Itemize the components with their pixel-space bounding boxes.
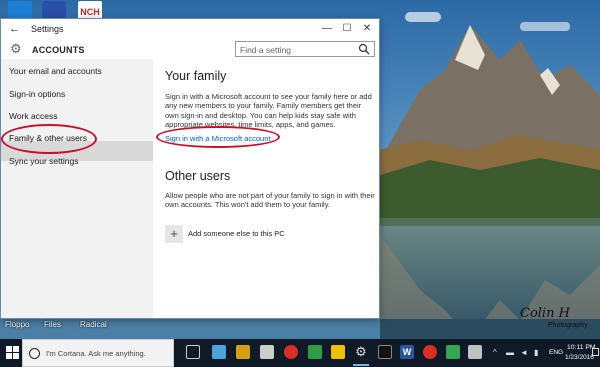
chrome-alt-icon[interactable]	[423, 345, 437, 359]
windows-start-icon[interactable]	[6, 346, 19, 359]
window-title: Settings	[31, 24, 64, 34]
network-icon[interactable]: ▬	[506, 348, 515, 357]
cortana-icon	[29, 348, 40, 359]
other-users-description: Allow people who are not part of your fa…	[165, 191, 375, 210]
family-description: Sign in with a Microsoft account to see …	[165, 92, 372, 129]
tools-icon[interactable]	[468, 345, 482, 359]
search-icon[interactable]	[358, 43, 370, 55]
active-app-indicator	[353, 364, 369, 366]
minimize-button[interactable]: —	[319, 21, 335, 37]
page-title: ACCOUNTS	[32, 45, 85, 55]
cortana-search-box[interactable]: I'm Cortana. Ask me anything.	[22, 339, 174, 367]
sidebar: Your email and accounts Sign-in options …	[1, 59, 153, 318]
file-explorer-icon[interactable]	[236, 345, 250, 359]
annotation-circle-sidebar	[1, 124, 97, 154]
main-content: Your family Sign in with a Microsoft acc…	[153, 59, 379, 318]
desktop-icon-label[interactable]: Floppo	[5, 320, 29, 329]
cortana-placeholder: I'm Cortana. Ask me anything.	[46, 349, 146, 358]
sidebar-item-sign-in-options[interactable]: Sign-in options	[9, 87, 149, 101]
search-box[interactable]	[235, 41, 375, 57]
battery-icon[interactable]: ▮	[534, 348, 543, 357]
desktop-icon-label[interactable]: Radical	[80, 320, 107, 329]
maximize-button[interactable]: ☐	[339, 21, 355, 37]
task-view-icon[interactable]	[186, 345, 200, 359]
volume-icon[interactable]: ◄	[520, 348, 529, 357]
search-input[interactable]	[240, 44, 352, 55]
taskbar: I'm Cortana. Ask me anything. ⚙ W ^ ▬ ◄ …	[0, 339, 600, 367]
gear-icon: ⚙	[10, 41, 22, 56]
close-button[interactable]: ✕	[359, 21, 375, 37]
back-arrow-icon[interactable]: ←	[9, 22, 21, 36]
tray-chevron-up-icon[interactable]: ^	[493, 348, 497, 357]
clock-date[interactable]: 1/23/2016	[565, 354, 594, 361]
drive-icon[interactable]	[308, 345, 322, 359]
chrome-icon[interactable]	[284, 345, 298, 359]
other-users-heading: Other users	[165, 169, 231, 183]
language-indicator[interactable]: ENG	[549, 349, 563, 356]
maps-icon[interactable]	[446, 345, 460, 359]
store-icon[interactable]	[260, 345, 274, 359]
notifications-icon[interactable]	[592, 348, 599, 356]
page-header: ⚙ ACCOUNTS	[1, 39, 379, 59]
title-bar[interactable]: ← Settings — ☐ ✕	[1, 19, 379, 39]
add-user-button[interactable]: Add someone else to this PC	[188, 229, 285, 238]
annotation-circle-signin	[156, 126, 280, 148]
add-user-plus-icon[interactable]: +	[165, 225, 183, 243]
mail-icon[interactable]	[331, 345, 345, 359]
camera-app-icon[interactable]	[378, 345, 392, 359]
family-heading: Your family	[165, 69, 227, 83]
sidebar-item-sync-settings[interactable]: Sync your settings	[9, 154, 149, 168]
settings-gear-icon[interactable]: ⚙	[354, 345, 368, 359]
desktop-icon-label[interactable]: Files	[44, 320, 61, 329]
photographer-signature-sub: Photography	[548, 322, 588, 329]
word-icon[interactable]: W	[400, 345, 414, 359]
sidebar-item-work-access[interactable]: Work access	[9, 109, 149, 123]
photographer-signature: Colin H	[520, 306, 570, 321]
sidebar-item-email-accounts[interactable]: Your email and accounts	[9, 64, 149, 78]
settings-window: ← Settings — ☐ ✕ ⚙ ACCOUNTS Your email a…	[0, 18, 380, 319]
edge-browser-icon[interactable]	[212, 345, 226, 359]
